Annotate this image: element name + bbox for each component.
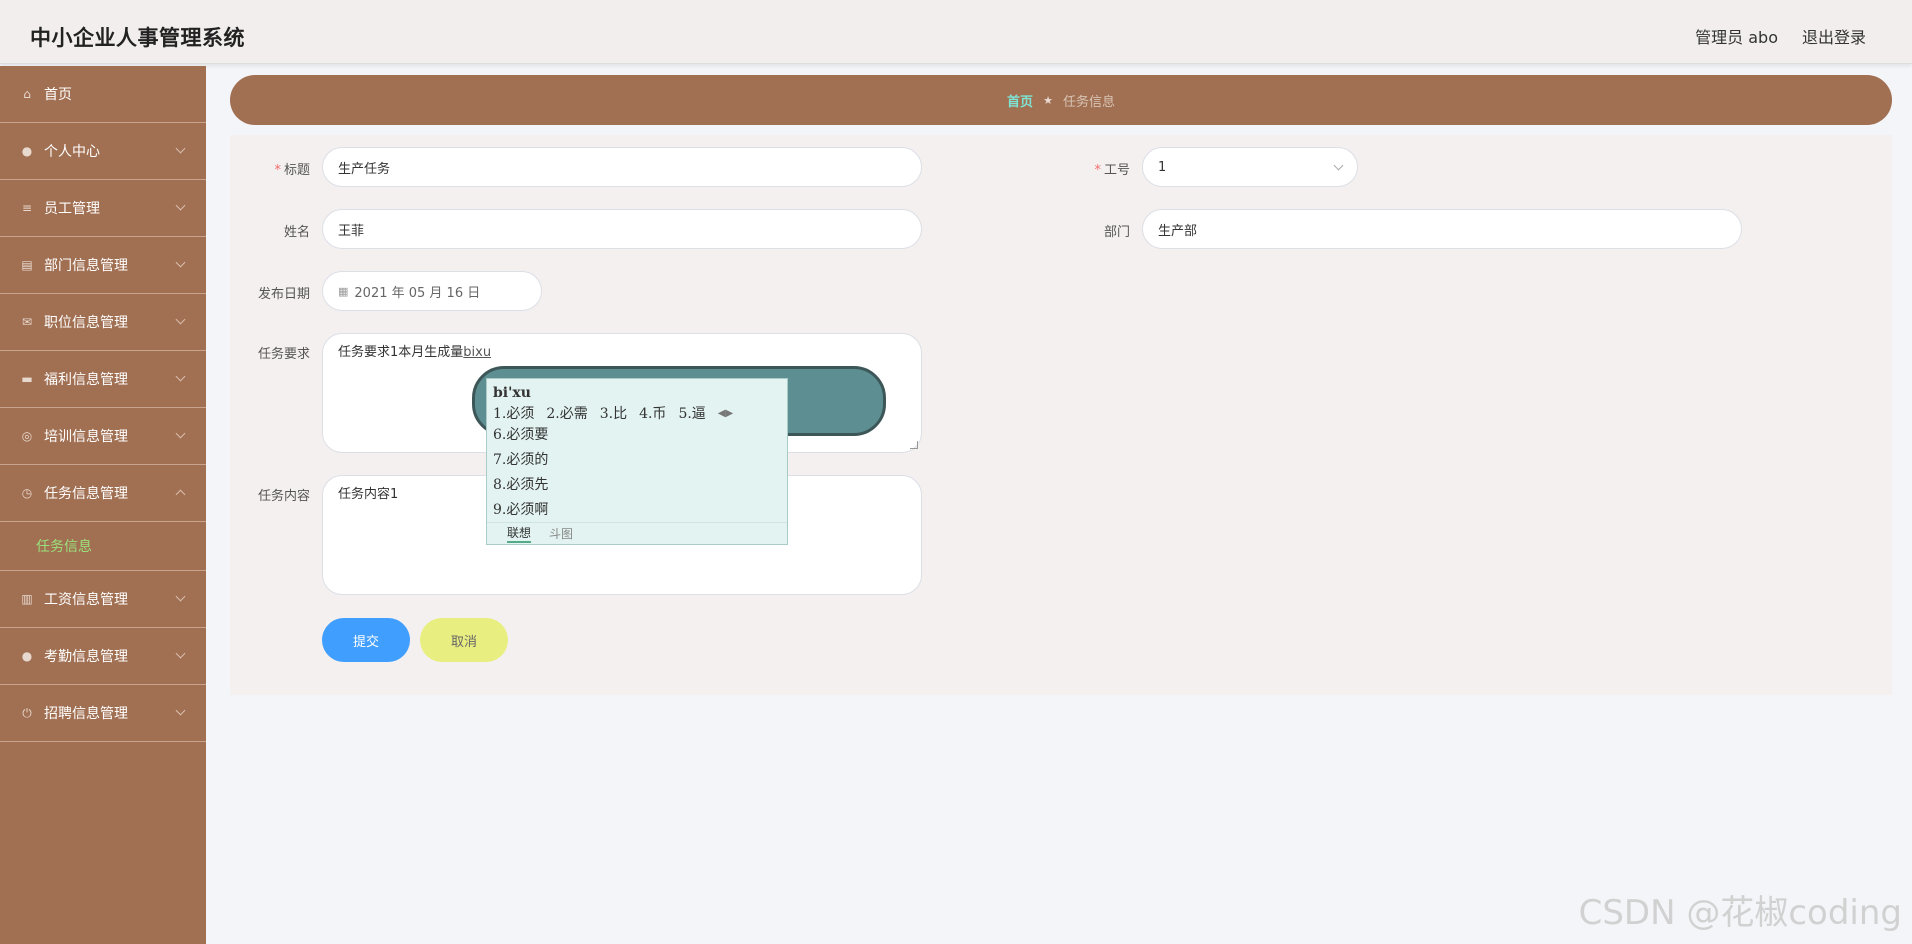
sidebar-item-departments[interactable]: ▤ 部门信息管理 xyxy=(0,237,206,294)
sidebar-item-employees[interactable]: ≡ 员工管理 xyxy=(0,180,206,237)
breadcrumb-current: 任务信息 xyxy=(1062,94,1115,110)
clock-icon: ◷ xyxy=(21,486,33,500)
chevron-down-icon xyxy=(175,143,186,154)
sidebar-item-salary[interactable]: ▥ 工资信息管理 xyxy=(0,571,206,628)
ime-candidate-3[interactable]: 3.比 xyxy=(600,403,627,423)
app-title: 中小企业人事管理系统 xyxy=(30,26,245,50)
ime-candidate-6[interactable]: 6.必须要 xyxy=(487,423,787,448)
chevron-down-icon xyxy=(175,371,186,382)
compass-icon: ◎ xyxy=(21,429,33,443)
chevron-down-icon xyxy=(175,200,186,211)
stack-icon: ▬ xyxy=(21,372,33,386)
resize-handle[interactable] xyxy=(910,441,918,449)
name-label: 姓名 xyxy=(283,225,310,240)
sidebar-item-welfare[interactable]: ▬ 福利信息管理 xyxy=(0,351,206,408)
watermark: CSDN @花椒coding xyxy=(1578,893,1902,933)
name-input[interactable]: 王菲 xyxy=(322,209,922,249)
user-icon: ● xyxy=(21,649,33,663)
title-label: * 标题 xyxy=(274,163,310,178)
sidebar-item-tasks[interactable]: ◷ 任务信息管理 xyxy=(0,465,206,522)
sidebar-item-home[interactable]: ⌂ 首页 xyxy=(0,66,206,123)
sidebar-item-positions[interactable]: ✉ 职位信息管理 xyxy=(0,294,206,351)
chevron-down-icon xyxy=(175,428,186,439)
logout-link[interactable]: 退出登录 xyxy=(1802,24,1866,48)
ime-tab-assoc[interactable]: 联想 xyxy=(507,524,532,543)
dept-input[interactable]: 生产部 xyxy=(1142,209,1742,249)
ime-candidate-4[interactable]: 4.币 xyxy=(639,403,666,423)
home-icon: ⌂ xyxy=(23,87,31,101)
ime-page-arrows-icon[interactable]: ◀▶ xyxy=(718,408,733,419)
date-label: 发布日期 xyxy=(257,287,310,302)
sidebar-item-attendance[interactable]: ● 考勤信息管理 xyxy=(0,628,206,685)
req-label: 任务要求 xyxy=(257,347,310,362)
calendar-icon: ▦ xyxy=(338,284,349,298)
chevron-up-icon xyxy=(175,489,186,500)
ime-pinyin: bi'xu xyxy=(493,385,531,401)
sidebar: ⌂ 首页 ● 个人中心 ≡ 员工管理 ▤ 部门信息管理 ✉ 职位信息管理 ▬ 福利信息管理 … xyxy=(0,66,206,944)
submit-button[interactable]: 提交 xyxy=(322,618,410,662)
cancel-button[interactable]: 取消 xyxy=(420,618,508,662)
ime-candidate-7[interactable]: 7.必须的 xyxy=(487,448,787,473)
gonghao-label: * 工号 xyxy=(1094,163,1130,178)
breadcrumb-home[interactable]: 首页 xyxy=(1007,91,1033,110)
ime-candidate-1[interactable]: 1.必须 xyxy=(493,403,534,423)
chevron-down-icon xyxy=(175,314,186,325)
title-input[interactable]: 生产任务 xyxy=(322,147,922,187)
ime-composition: bixu xyxy=(463,345,492,360)
chevron-down-icon xyxy=(175,648,186,659)
star-icon: ★ xyxy=(1043,93,1053,107)
list-icon: ≡ xyxy=(21,201,33,215)
user-icon: ● xyxy=(21,144,33,158)
content-label: 任务内容 xyxy=(257,489,310,504)
ime-candidate-5[interactable]: 5.逼 xyxy=(678,403,705,423)
chevron-down-icon xyxy=(175,705,186,716)
gonghao-select[interactable]: 1 xyxy=(1142,147,1358,187)
sidebar-item-recruitment[interactable]: ⏻ 招聘信息管理 xyxy=(0,685,206,742)
chevron-down-icon xyxy=(175,591,186,602)
sidebar-item-profile[interactable]: ● 个人中心 xyxy=(0,123,206,180)
ime-candidate-2[interactable]: 2.必需 xyxy=(546,403,587,423)
admin-user: 管理员 abo xyxy=(1695,28,1778,47)
ime-candidate-9[interactable]: 9.必须啊 xyxy=(487,498,787,523)
sidebar-item-training[interactable]: ◎ 培训信息管理 xyxy=(0,408,206,465)
breadcrumb: 首页 ★ 任务信息 xyxy=(230,75,1892,125)
ime-candidate-8[interactable]: 8.必须先 xyxy=(487,473,787,498)
chevron-down-icon xyxy=(1333,160,1344,170)
mail-icon: ✉ xyxy=(21,315,33,329)
doc-icon: ▤ xyxy=(21,258,33,272)
power-icon: ⏻ xyxy=(22,705,32,720)
ime-candidate-popup: bi'xu 1.必须 2.必需 3.比 4.币 5.逼 ◀▶ 6.必须要 7.必… xyxy=(486,378,788,545)
sidebar-subitem-task-info[interactable]: 任务信息 xyxy=(0,522,206,571)
top-header: 中小企业人事管理系统 管理员 abo 退出登录 xyxy=(0,0,1912,64)
date-picker[interactable]: ▦ 2021 年 05 月 16 日 xyxy=(322,271,542,311)
chart-icon: ▥ xyxy=(21,592,33,606)
ime-tab-meme[interactable]: 斗图 xyxy=(549,525,573,542)
chevron-down-icon xyxy=(175,257,186,268)
dept-label: 部门 xyxy=(1103,225,1130,240)
